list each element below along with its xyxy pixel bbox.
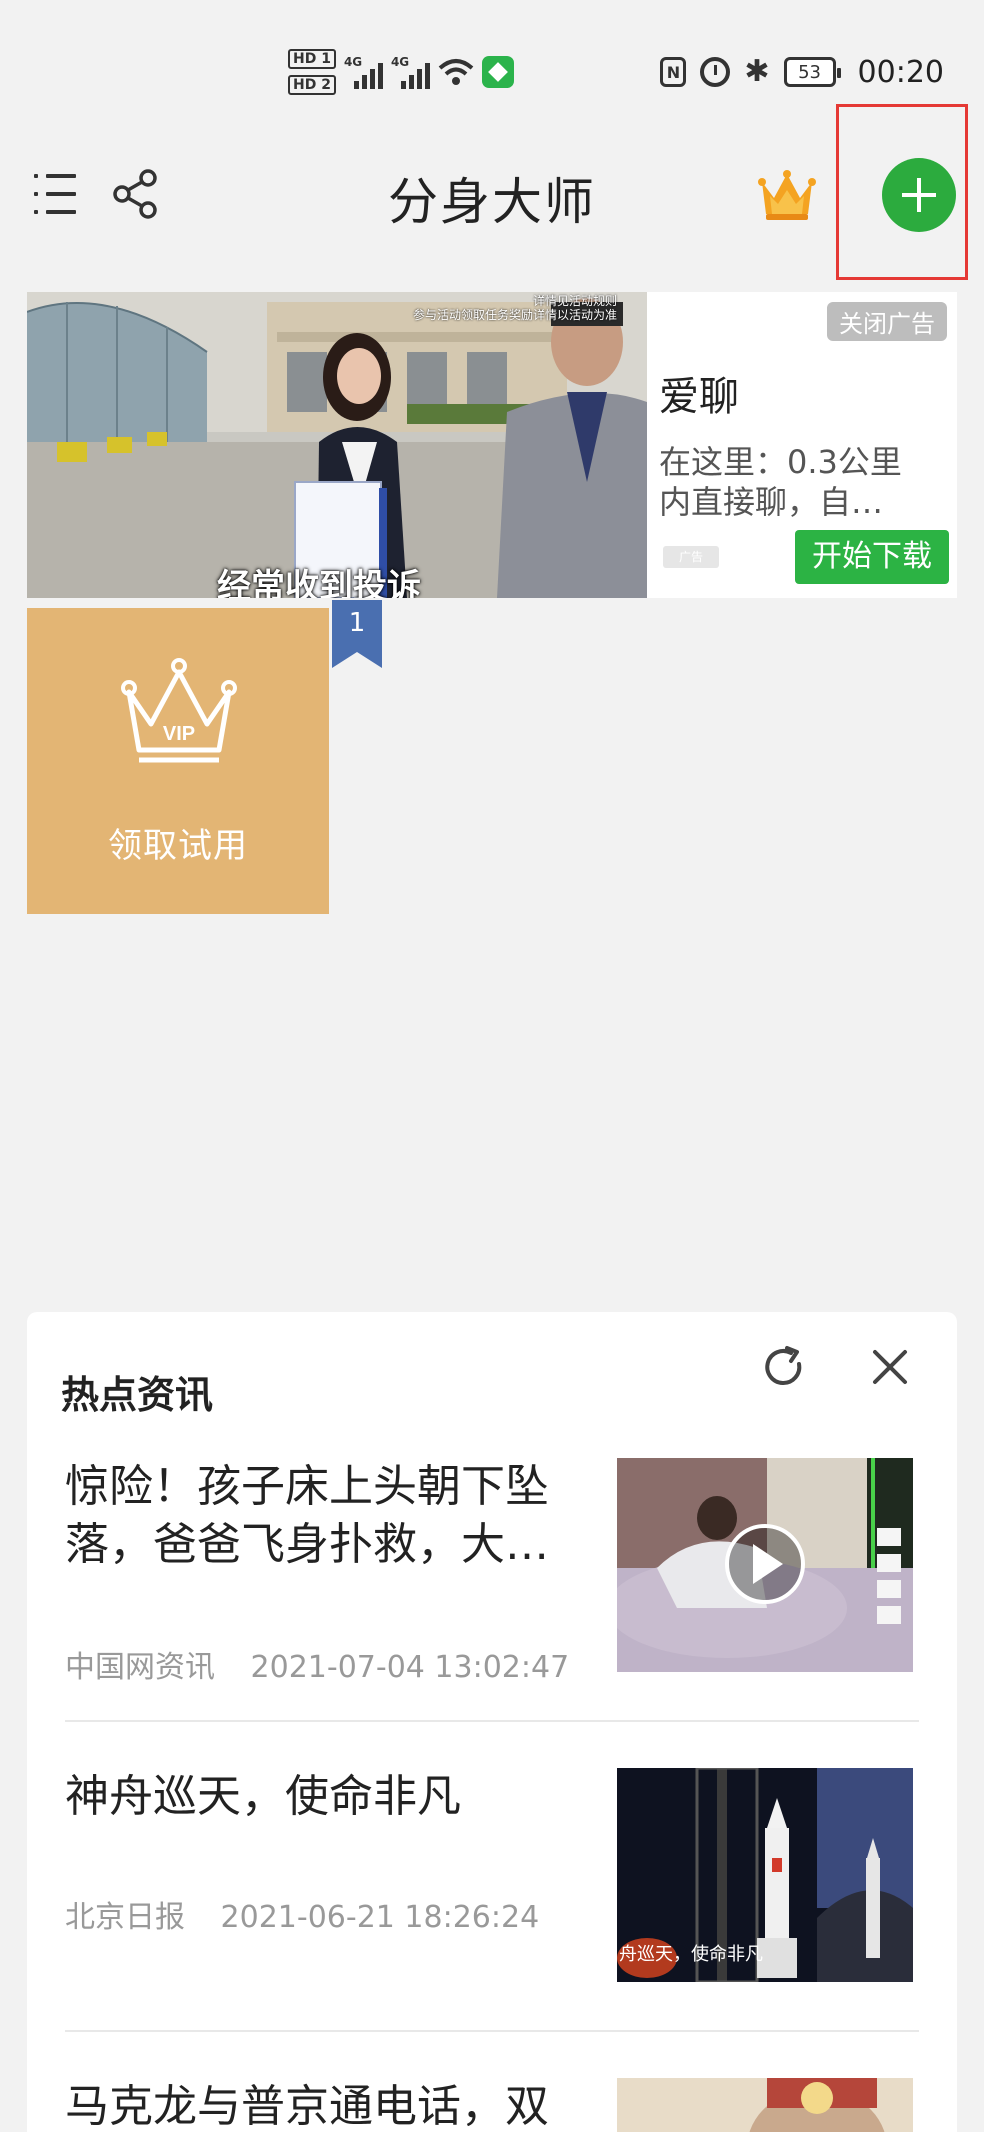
news-source: 北京日报 — [65, 1900, 185, 1935]
news-headline: 惊险！孩子床上头朝下坠落，爸爸飞身扑救，大… — [65, 1461, 549, 1570]
add-button-highlight — [836, 104, 968, 280]
vip-trial-tile[interactable]: VIP 领取试用 — [27, 608, 329, 914]
close-icon[interactable] — [871, 1348, 909, 1386]
news-time: 2021-06-21 18:26:24 — [220, 1900, 540, 1935]
clock: 00:20 — [857, 54, 944, 90]
bluetooth-icon: ✱ — [744, 54, 770, 89]
news-card: 热点资讯 惊险！孩子床上头朝下坠落，爸爸飞身扑救，大… 中国网资讯 2021-0… — [27, 1312, 957, 2132]
status-right-group: N ✱ 53 00:20 — [660, 44, 944, 100]
news-time: 2021-07-04 13:02:47 — [250, 1650, 570, 1685]
signal-icon: 4G — [391, 55, 430, 89]
news-thumbnail[interactable] — [617, 2078, 913, 2132]
alarm-icon — [700, 57, 731, 87]
close-ad-button[interactable]: 关闭广告 — [827, 302, 947, 341]
nfc-icon: N — [660, 57, 687, 87]
slot-number: 1 — [348, 608, 366, 638]
thumb-caption: 舟巡天，使命非凡 — [619, 1944, 763, 1964]
news-headline: 马克龙与普京通电话，双 — [65, 2081, 549, 2132]
ad-image-overlay: 详情见活动规则 参与活动领取任务奖励详情以活动为准 — [413, 294, 617, 322]
news-divider — [65, 1720, 919, 1722]
hd-indicators: HD 1 HD 2 — [288, 49, 336, 95]
vip-crown-text: VIP — [163, 723, 195, 745]
signal-icon: 4G — [344, 55, 383, 89]
news-thumbnail[interactable]: 舟巡天，使命非凡 — [617, 1768, 913, 1982]
news-thumbnail[interactable] — [617, 1458, 913, 1672]
news-headline: 神舟巡天，使命非凡 — [65, 1771, 461, 1822]
vip-crown-icon[interactable] — [758, 168, 816, 224]
news-item[interactable]: 马克龙与普京通电话，双 — [65, 2078, 919, 2132]
hd2-indicator: HD 2 — [288, 75, 336, 95]
ad-overlay-line: 详情见活动规则 — [532, 294, 617, 308]
battery-icon: 53 — [783, 57, 841, 87]
hd1-indicator: HD 1 — [288, 49, 336, 69]
ad-overlay-line: 参与活动领取任务奖励详情以活动为准 — [412, 308, 617, 322]
ad-image[interactable]: 详情见活动规则 参与活动领取任务奖励详情以活动为准 经常收到投诉 — [27, 292, 647, 598]
news-meta: 北京日报 2021-06-21 18:26:24 — [65, 1892, 539, 1936]
news-meta: 中国网资讯 2021-07-04 13:02:47 — [65, 1642, 569, 1686]
vip-crown-icon: VIP — [121, 658, 237, 763]
network-type-label: 4G — [390, 55, 410, 69]
app-notification-icon — [481, 56, 514, 88]
ad-banner[interactable]: 详情见活动规则 参与活动领取任务奖励详情以活动为准 经常收到投诉 关闭广告 爱聊… — [27, 292, 957, 598]
download-button[interactable]: 开始下载 — [795, 530, 949, 584]
ad-app-name: 爱聊 — [659, 374, 739, 420]
network-type-label: 4G — [343, 55, 363, 69]
ad-tag: 广告 — [663, 546, 719, 568]
news-source: 中国网资讯 — [65, 1650, 215, 1685]
wifi-icon — [438, 57, 474, 87]
ad-description: 在这里：0.3公里内直接聊，自… — [659, 443, 902, 521]
vip-trial-label: 领取试用 — [108, 826, 248, 866]
ad-image-caption: 经常收到投诉 — [217, 567, 421, 598]
status-left-group: HD 1 HD 2 4G 4G — [288, 44, 514, 100]
news-section-title: 热点资讯 — [61, 1373, 214, 1417]
news-item[interactable]: 神舟巡天，使命非凡 北京日报 2021-06-21 18:26:24 舟巡天，使… — [65, 1768, 919, 1982]
news-divider — [65, 2030, 919, 2032]
refresh-icon[interactable] — [761, 1344, 807, 1390]
news-item[interactable]: 惊险！孩子床上头朝下坠落，爸爸飞身扑救，大… 中国网资讯 2021-07-04 … — [65, 1458, 919, 1685]
